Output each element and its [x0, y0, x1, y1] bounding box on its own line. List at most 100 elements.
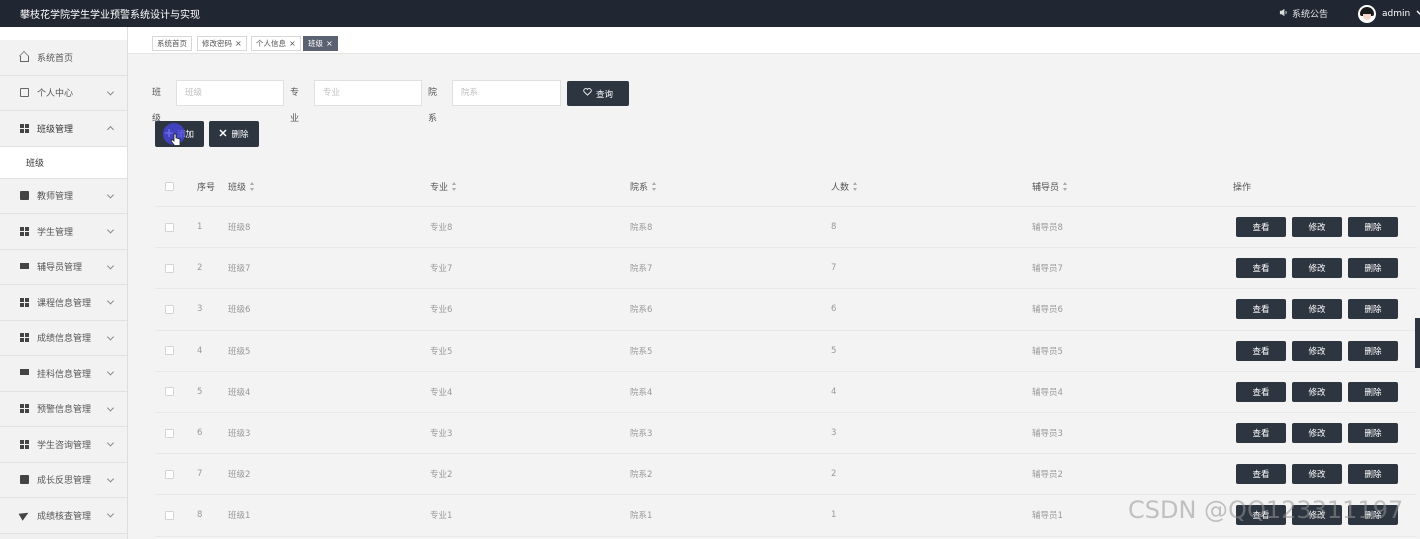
dept-search-input[interactable]	[452, 80, 561, 106]
query-button[interactable]: 查询	[567, 81, 629, 106]
row-checkbox[interactable]	[165, 428, 174, 438]
row-checkbox[interactable]	[165, 346, 174, 356]
close-icon[interactable]: ×	[289, 39, 296, 48]
row-checkbox[interactable]	[165, 263, 174, 273]
delete-button[interactable]: 删除	[1348, 340, 1398, 361]
header-class[interactable]: 班级	[228, 166, 255, 206]
row-checkbox[interactable]	[165, 304, 174, 314]
view-button[interactable]: 查看	[1236, 299, 1286, 320]
tab-label: 个人信息	[256, 39, 286, 48]
chevron-down-icon	[1416, 9, 1420, 19]
sidebar-item[interactable]: 教师管理	[0, 178, 127, 214]
row-checkbox[interactable]	[165, 469, 174, 479]
view-button[interactable]: 查看	[1236, 340, 1286, 361]
cell-count: 3	[831, 428, 837, 439]
sidebar-item[interactable]: 学生咨询管理	[0, 427, 127, 463]
tab-label: 修改密码	[202, 39, 232, 48]
tab-class[interactable]: 班级 ×	[303, 36, 338, 51]
edit-button[interactable]: 修改	[1292, 340, 1342, 361]
view-button[interactable]: 查看	[1236, 464, 1286, 485]
app-title: 攀枝花学院学生学业预警系统设计与实现	[20, 10, 200, 21]
delete-button[interactable]: 删除	[1348, 217, 1398, 237]
cell-count: 5	[831, 345, 837, 356]
delete-button[interactable]: 删除	[1348, 299, 1398, 320]
sidebar-item[interactable]: 成绩信息管理	[0, 320, 127, 356]
sidebar-item[interactable]: 预警信息管理	[0, 391, 127, 427]
cell-counselor: 辅导员2	[1032, 470, 1063, 481]
chevron-down-icon	[106, 333, 115, 341]
tab-label: 系统首页	[157, 39, 187, 48]
username: admin	[1382, 8, 1411, 19]
tab-profile[interactable]: 个人信息 ×	[251, 36, 301, 51]
sidebar-item[interactable]: 辅导员管理	[0, 249, 127, 285]
view-button[interactable]: 查看	[1236, 422, 1286, 443]
delete-button-label: 删除	[231, 130, 249, 140]
cell-index: 1	[197, 222, 203, 233]
close-icon[interactable]: ×	[235, 39, 242, 48]
edit-button[interactable]: 修改	[1292, 299, 1342, 320]
cell-counselor: 辅导员5	[1032, 346, 1063, 357]
view-button[interactable]: 查看	[1236, 381, 1286, 402]
row-checkbox[interactable]	[165, 510, 174, 520]
delete-button[interactable]: 删除	[1348, 422, 1398, 443]
home-icon	[20, 55, 29, 62]
sidebar-item-label: 学生咨询管理	[37, 440, 92, 451]
delete-button[interactable]: 删除	[1348, 381, 1398, 402]
sort-icon	[452, 181, 457, 191]
user-menu[interactable]: admin	[1358, 0, 1420, 27]
header-major[interactable]: 专业	[430, 166, 457, 206]
view-button[interactable]: 查看	[1236, 258, 1286, 279]
sort-icon	[652, 181, 657, 191]
tab-label: 班级	[308, 39, 323, 48]
table-header-row: 序号 班级 专业 院系 人数 辅导员 操作	[155, 166, 1417, 207]
close-icon[interactable]: ×	[326, 39, 333, 48]
header-dept[interactable]: 院系	[630, 166, 657, 206]
batch-delete-button[interactable]: 删除	[209, 121, 259, 147]
row-checkbox[interactable]	[165, 222, 174, 232]
class-search-input[interactable]	[176, 80, 284, 106]
sidebar-item[interactable]: 学生管理	[0, 214, 127, 250]
tab-home[interactable]: 系统首页	[152, 36, 192, 51]
select-cell	[165, 289, 174, 329]
view-button[interactable]: 查看	[1236, 217, 1286, 237]
class-table: 序号 班级 专业 院系 人数 辅导员 操作 1 班级8 专业8 院系8 8 辅导员8 查看修…	[155, 166, 1417, 537]
sidebar-item[interactable]: 个人中心	[0, 75, 127, 111]
tab-change-password[interactable]: 修改密码 ×	[197, 36, 247, 51]
watermark: CSDN @QQ123311197	[1128, 496, 1404, 524]
select-all-cell	[165, 166, 174, 206]
class-label: 班级	[152, 88, 162, 124]
system-notice-link[interactable]: 系统公告	[1279, 0, 1328, 27]
chevron-down-icon	[106, 404, 115, 412]
sort-icon	[250, 181, 255, 191]
edit-button[interactable]: 修改	[1292, 217, 1342, 237]
chevron-down-icon	[106, 510, 115, 518]
sidebar-item[interactable]: 挂科信息管理	[0, 356, 127, 392]
cell-counselor: 辅导员8	[1032, 223, 1063, 234]
header-count[interactable]: 人数	[831, 166, 858, 206]
chevron-down-icon	[106, 262, 115, 270]
sidebar-item[interactable]: 系统首页	[0, 40, 127, 76]
sidebar-item[interactable]: 成绩核查管理	[0, 498, 127, 534]
cell-index: 8	[197, 510, 203, 521]
major-search-input[interactable]	[314, 80, 422, 106]
edit-button[interactable]: 修改	[1292, 422, 1342, 443]
edit-button[interactable]: 修改	[1292, 464, 1342, 485]
header-label: 序号	[197, 182, 216, 193]
select-cell	[165, 372, 174, 412]
select-cell	[165, 331, 174, 371]
sidebar-item-label: 成绩信息管理	[37, 334, 92, 345]
delete-button[interactable]: 删除	[1348, 464, 1398, 485]
cell-index: 2	[197, 263, 203, 274]
sidebar: 系统首页 个人中心 班级管理 班级 教师管理 学生管理 辅导员管理 课程信息管理成绩信息管理挂…	[0, 27, 128, 539]
scrollbar-thumb[interactable]	[1415, 318, 1420, 368]
header-counselor[interactable]: 辅导员	[1032, 166, 1068, 206]
select-all-checkbox[interactable]	[165, 181, 174, 191]
sidebar-item[interactable]: 课程信息管理	[0, 285, 127, 321]
row-checkbox[interactable]	[165, 387, 174, 397]
sidebar-item[interactable]: 成长反思管理	[0, 462, 127, 498]
sidebar-subitem-class[interactable]: 班级	[0, 146, 127, 179]
edit-button[interactable]: 修改	[1292, 258, 1342, 279]
sidebar-item[interactable]: 班级管理	[0, 111, 127, 147]
edit-button[interactable]: 修改	[1292, 381, 1342, 402]
delete-button[interactable]: 删除	[1348, 258, 1398, 279]
